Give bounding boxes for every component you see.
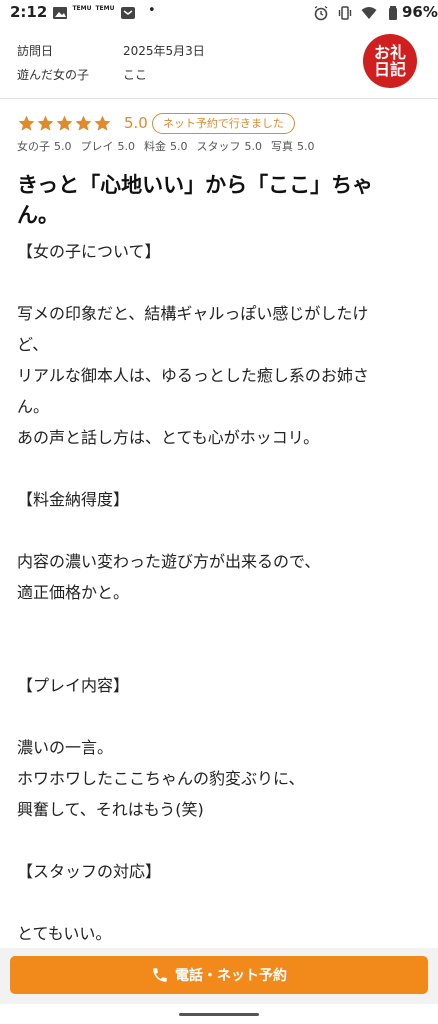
visit-date-value: 2025年5月3日 [123,43,205,58]
image-notification-icon [53,7,67,19]
thank-you-diary-stamp: お礼 日記 [363,34,417,88]
star-icon [75,115,92,131]
review-body-line: 【スタッフの対応】 [17,862,162,881]
rating-value: 5.0 [124,114,148,132]
review-body-line: ど、 [17,335,49,354]
review-body-line [17,453,421,484]
review-body-line [17,887,421,918]
star-icon [94,115,111,131]
review-body-line: 【女の子について】 [17,242,161,261]
cta-bar: 電話・ネット予約 [0,948,438,1004]
wifi-icon [361,7,377,19]
alarm-icon [314,5,328,21]
review-body-line: 濃いの一言。 [17,738,114,757]
review-body-line: 写メの印象だと、結構ギャルっぽい感じがしたけ [17,304,369,323]
inbox-notification-icon [121,7,135,19]
review-title: きっと「心地いい」から「ここ」ちゃ ん。 [17,170,421,230]
review-body-line [17,639,421,670]
review-body-line [17,701,421,732]
review-body-line [17,608,421,639]
review-body-line: あの声と話し方は、とても心がホッコリ。 [17,428,320,447]
home-indicator[interactable] [179,1013,259,1016]
review-body-line: とてもいい。 [17,924,112,943]
girl-name[interactable]: ここ [123,66,147,83]
review-body-line [17,515,421,546]
stamp-line1: お礼 [373,43,406,62]
temu-notification-icon: TEMU [72,5,92,12]
more-notifications-dot: • [148,3,156,18]
sub-scores: 女の子 5.0 プレイ 5.0 料金 5.0 スタッフ 5.0 写真 5.0 [17,138,324,154]
sub-score-label: プレイ [80,140,114,153]
girl-label: 遊んだ女の子 [17,67,90,82]
sub-score-item: 女の子 5.0 [17,138,72,154]
sub-score-item: プレイ 5.0 [81,138,136,154]
rating-row: 5.0 ネット予約で行きました [17,112,295,134]
star-icon [37,115,54,131]
sub-score-label: 女の子 [17,140,50,153]
review-body-line: リアルな御本人は、ゆるっとした癒し系のお姉さ [17,366,369,385]
review-body-line: ホワホワしたここちゃんの豹変ぶりに、 [17,769,305,788]
battery-icon [389,6,397,20]
visit-date-label: 訪問日 [17,43,54,58]
visit-meta: 訪問日 2025年5月3日 遊んだ女の子 ここ [17,38,205,86]
review-body-line [17,267,421,298]
review-body-line: 興奮して、それはもう(笑) [17,800,204,819]
review-body-line: 【料金納得度】 [17,490,130,509]
star-icon [18,115,35,131]
star-icon [56,115,73,131]
sub-score-item: 料金 5.0 [144,138,188,154]
divider [0,98,438,99]
review-body-line: 内容の濃い変わった遊び方が出来るので、 [17,552,321,571]
stamp-line2: 日記 [373,60,406,79]
review-title-line: ん。 [17,203,59,227]
vibrate-icon [338,6,352,20]
star-rating [17,114,112,133]
sub-score-label: 写真 [271,140,293,153]
review-title-line: きっと「心地いい」から「ここ」ちゃ [17,173,374,197]
call-net-reservation-button[interactable]: 電話・ネット予約 [10,956,428,994]
sub-score-value: 5.0 [297,140,315,153]
sub-score-value: 5.0 [244,140,263,153]
sub-score-item: スタッフ 5.0 [197,138,263,154]
phone-icon [153,968,167,982]
sub-score-item: 写真 5.0 [271,138,315,154]
sub-score-value: 5.0 [54,140,72,153]
girl-row: 遊んだ女の子 ここ [17,62,205,86]
review-body-line: 【プレイ内容】 [17,676,130,695]
status-time: 2:12 [10,3,48,21]
review-body-line [17,825,421,856]
temu-notification-icon: TEMU [95,5,115,12]
review-body-line: 適正価格かと。 [17,583,130,602]
visit-date-row: 訪問日 2025年5月3日 [17,38,205,62]
net-reservation-badge: ネット予約で行きました [151,112,295,134]
sub-score-label: 料金 [144,140,166,153]
sub-score-label: スタッフ [196,140,241,153]
sub-score-value: 5.0 [117,140,136,153]
review-body-line: ん。 [17,397,50,416]
sub-score-value: 5.0 [170,140,188,153]
battery-percent: 96% [402,3,438,21]
status-bar: 2:12 TEMU TEMU • 96% [0,0,438,26]
cta-label: 電話・ネット予約 [175,968,287,984]
review-body: 【女の子について】写メの印象だと、結構ギャルっぽい感じがしたけ ど、リアルな御本人… [17,236,421,949]
